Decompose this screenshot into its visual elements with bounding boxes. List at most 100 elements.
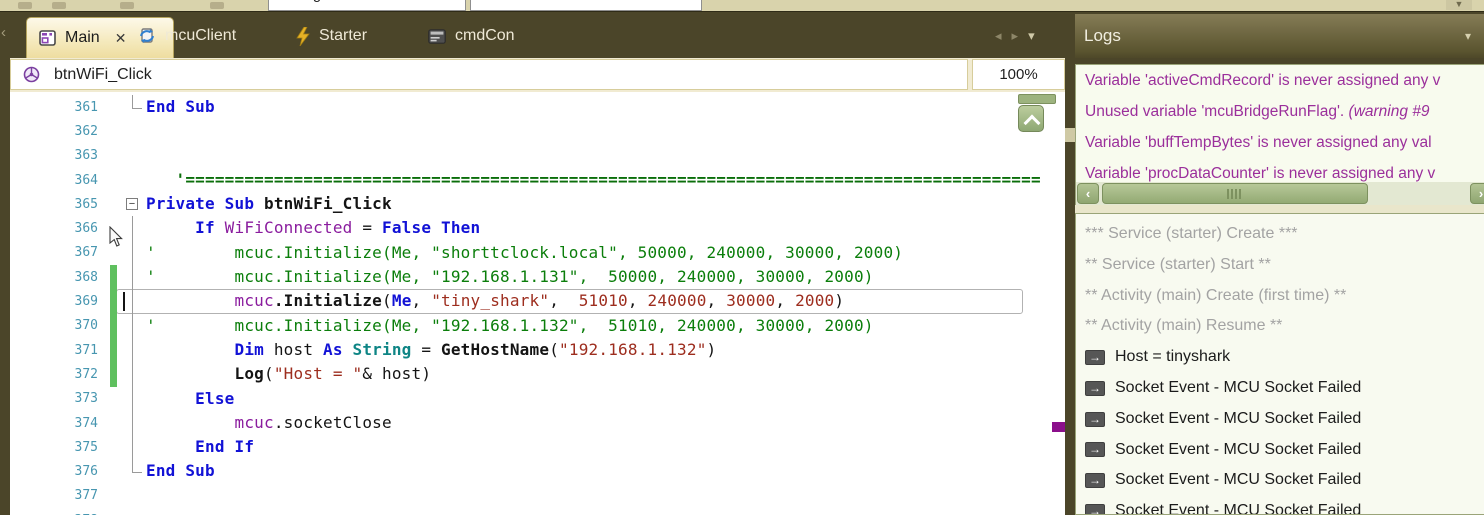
log-entry: → Socket Event - MCU Socket Failed — [1076, 404, 1484, 435]
change-marker-column — [108, 362, 120, 387]
code-line[interactable]: 364 '===================================… — [10, 168, 1065, 192]
log-entry-text: *** Service (starter) Create *** — [1085, 225, 1298, 242]
line-number: 369 — [74, 294, 98, 310]
code-line[interactable]: 362 — [10, 119, 1065, 143]
tab-nav-prev-icon[interactable]: ◂ — [990, 28, 1007, 44]
scrollbar-thumb[interactable] — [1102, 183, 1368, 204]
logs-panel-header[interactable]: Logs ▾ — [1075, 14, 1484, 58]
line-number: 365 — [74, 196, 98, 212]
line-number: 375 — [74, 439, 98, 455]
line-number: 368 — [74, 269, 98, 285]
code-text: mcuc.Initialize(Me, "tiny_shark", 51010,… — [234, 291, 845, 311]
code-line[interactable]: 376 End Sub — [10, 459, 1065, 483]
change-marker-column — [108, 484, 120, 508]
tab-mcuclient[interactable]: mcuClient — [138, 14, 236, 58]
line-number: 376 — [74, 464, 98, 480]
fold-column — [120, 168, 146, 192]
chevron-down-icon[interactable]: ▾ — [1465, 29, 1471, 43]
run-mode-combobox[interactable]: Debug — [268, 0, 466, 11]
warnings-horizontal-scrollbar[interactable]: ‹ › — [1076, 182, 1484, 205]
change-marker-column — [108, 95, 120, 119]
change-marker-column — [108, 387, 120, 411]
line-number: 370 — [74, 318, 98, 334]
tab-starter[interactable]: Starter — [296, 14, 367, 58]
code-text: Else — [195, 388, 235, 408]
code-text: ' mcuc.Initialize(Me, "192.168.1.131", 5… — [146, 267, 874, 287]
code-line[interactable]: 378 — [10, 508, 1065, 515]
log-entry: → Socket Event - MCU Socket Failed — [1076, 373, 1484, 404]
log-entry: ** Activity (main) Resume ** — [1076, 311, 1484, 342]
log-arrow-icon: → — [1085, 350, 1105, 366]
fold-column — [120, 289, 146, 314]
tab-cmdcon[interactable]: cmdCon — [428, 14, 515, 58]
change-marker-column — [108, 459, 120, 483]
code-text: End Sub — [146, 97, 215, 116]
code-text: End Sub — [146, 461, 215, 481]
fold-column[interactable]: − — [120, 192, 146, 216]
fold-column — [120, 410, 146, 436]
code-line[interactable]: 370 ' mcuc.Initialize(Me, "192.168.1.132"… — [10, 313, 1065, 338]
bookmark-marker[interactable] — [1052, 422, 1065, 432]
toolbar-icon[interactable] — [52, 2, 66, 9]
code-line[interactable]: 375 End If — [10, 435, 1065, 460]
chevron-right-icon: › — [1478, 186, 1484, 201]
tab-cmdcon-label: cmdCon — [455, 27, 515, 44]
tab-nav-more-icon[interactable]: ▾ — [1023, 28, 1040, 44]
close-icon[interactable]: ✕ — [115, 30, 127, 47]
warning-message: Unused variable 'mcuBridgeRunFlag'. (war… — [1085, 103, 1430, 120]
tab-nav-next-icon[interactable]: ▸ — [1007, 28, 1024, 44]
fold-column — [120, 313, 146, 338]
toolbar-icon[interactable] — [18, 2, 32, 9]
warning-message: Variable 'buffTempBytes' is never assign… — [1085, 134, 1432, 151]
toolbar-icon[interactable] — [210, 2, 224, 9]
code-line[interactable]: 365 − Private Sub btnWiFi_Click — [10, 192, 1065, 216]
code-line[interactable]: 373 Else — [10, 386, 1065, 411]
zoom-value: 100% — [999, 66, 1038, 83]
log-entry-text: Socket Event - MCU Socket Failed — [1115, 440, 1362, 458]
tab-scroll-left-icon[interactable]: ‹ — [1, 24, 6, 41]
console-module-icon — [428, 28, 446, 44]
log-entry: ** Activity (main) Create (first time) *… — [1076, 281, 1484, 312]
runtime-log-pane[interactable]: *** Service (starter) Create *** ** Servi… — [1075, 213, 1484, 515]
panel-splitter[interactable] — [1065, 128, 1075, 142]
chevron-left-icon: ‹ — [1085, 186, 1091, 201]
log-entry: ** Service (starter) Start ** — [1076, 250, 1484, 281]
code-line[interactable]: 366 If WiFiConnected = False Then — [10, 216, 1065, 241]
scroll-left-button[interactable]: ‹ — [1077, 183, 1099, 204]
fold-column — [120, 386, 146, 411]
log-arrow-icon: → — [1085, 442, 1105, 458]
log-entry-text: Socket Event - MCU Socket Failed — [1115, 471, 1362, 489]
toolbar-overflow-dropdown[interactable]: ▼ — [1446, 0, 1472, 10]
change-marker-column — [108, 313, 120, 338]
code-text: If WiFiConnected = False Then — [195, 218, 481, 238]
toolbar-icon[interactable] — [120, 2, 134, 9]
code-line[interactable]: 369 mcuc.Initialize(Me, "tiny_shark", 51… — [10, 289, 1065, 314]
logs-panel-title: Logs — [1084, 26, 1121, 45]
code-text: Dim host As String = GetHostName("192.16… — [234, 339, 717, 359]
editor-zoom-level[interactable]: 100% — [972, 59, 1065, 90]
code-line[interactable]: 367 ' mcuc.Initialize(Me, "shorttclock.lo… — [10, 240, 1065, 266]
log-entry: → Socket Event - MCU Socket Failed — [1076, 435, 1484, 466]
code-line[interactable]: 372 Log("Host = "& host) — [10, 362, 1065, 387]
log-entry-text: Socket Event - MCU Socket Failed — [1115, 378, 1362, 396]
scroll-right-button[interactable]: › — [1470, 183, 1484, 204]
code-line[interactable]: 368 ' mcuc.Initialize(Me, "192.168.1.131"… — [10, 265, 1065, 290]
line-number: 373 — [74, 391, 98, 407]
code-line[interactable]: 374 mcuc.socketClose — [10, 410, 1065, 436]
code-line[interactable]: 363 — [10, 144, 1065, 168]
scroll-up-button[interactable] — [1018, 105, 1044, 132]
scrollbar-pill[interactable] — [1018, 94, 1056, 104]
class-module-icon — [140, 28, 154, 43]
code-editor[interactable]: 361 End Sub 362 363 364 '===================… — [10, 92, 1065, 515]
logs-divider — [1075, 205, 1484, 213]
code-line[interactable]: 361 End Sub — [10, 95, 1065, 119]
form-designer-icon — [39, 30, 56, 46]
tab-mcuclient-label: mcuClient — [165, 27, 237, 44]
fold-column — [120, 144, 146, 168]
sub-selector-combobox[interactable]: btnWiFi_Click — [10, 59, 968, 90]
change-marker-column — [108, 265, 120, 290]
code-line[interactable]: 371 Dim host As String = GetHostName("19… — [10, 337, 1065, 363]
log-entry-text: Socket Event - MCU Socket Failed — [1115, 409, 1362, 427]
device-combobox[interactable] — [470, 0, 702, 11]
code-line[interactable]: 377 — [10, 484, 1065, 508]
